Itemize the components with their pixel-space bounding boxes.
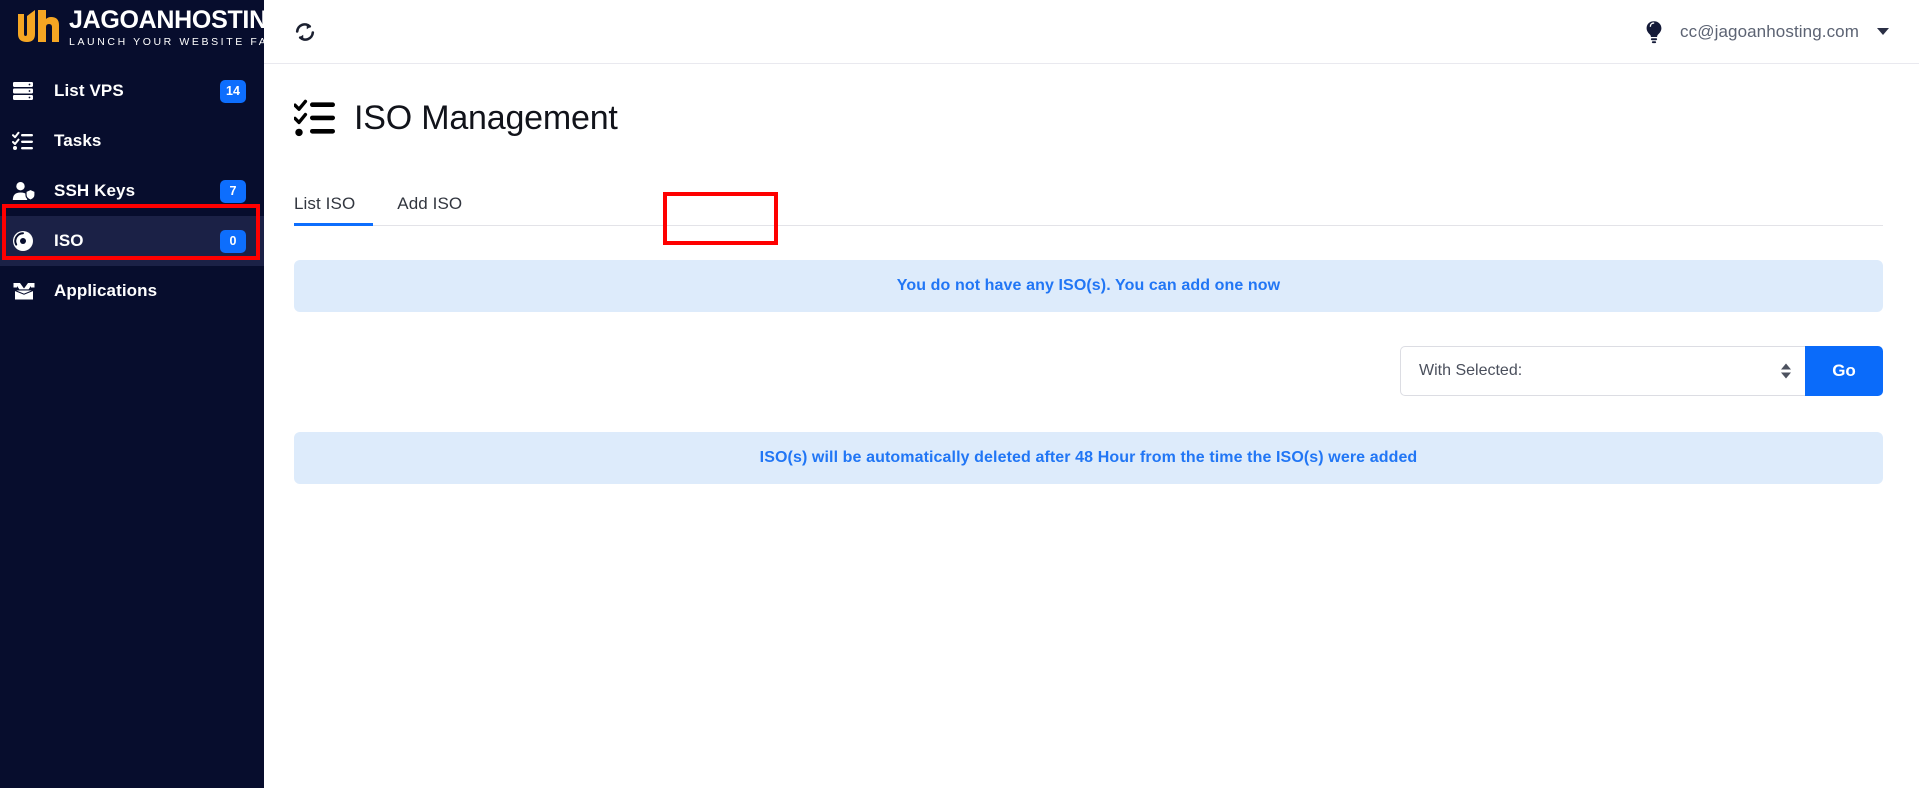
tasks-checklist-icon — [12, 129, 42, 153]
topbar: cc@jagoanhosting.com — [264, 0, 1919, 64]
sidebar-item-label: Tasks — [54, 131, 102, 150]
sidebar-badge: 14 — [220, 79, 246, 103]
bulk-actions-row: With Selected: Go — [294, 346, 1883, 396]
sidebar-item-list-vps[interactable]: List VPS 14 — [0, 66, 264, 116]
brand-logo[interactable]: JAGOANHOSTING LAUNCH YOUR WEBSITE FAST — [0, 0, 264, 56]
with-selected-select-wrap: With Selected: — [1400, 346, 1805, 396]
sidebar-item-tasks[interactable]: Tasks — [0, 116, 264, 166]
page-title: ISO Management — [354, 98, 618, 137]
jagoan-logo-icon — [14, 8, 60, 48]
sidebar-item-applications[interactable]: Applications — [0, 266, 264, 316]
page-header: ISO Management — [294, 98, 1883, 138]
sidebar-item-label: List VPS — [54, 81, 124, 100]
sidebar-item-ssh-keys[interactable]: SSH Keys 7 — [0, 166, 264, 216]
sidebar-item-label: SSH Keys — [54, 181, 136, 200]
refresh-icon[interactable] — [288, 15, 322, 49]
sidebar-badge: 0 — [220, 229, 246, 253]
server-icon — [12, 79, 42, 103]
open-box-icon — [12, 279, 42, 303]
app-root: JAGOANHOSTING LAUNCH YOUR WEBSITE FAST — [0, 0, 1919, 788]
page-content: ISO Management List ISO Add ISO You do n… — [264, 64, 1919, 484]
brand-name-bold: JAGOAN — [69, 6, 175, 34]
empty-state-alert: You do not have any ISO(s). You can add … — [294, 260, 1883, 312]
tabs: List ISO Add ISO — [294, 180, 1883, 226]
sidebar-badge: 7 — [220, 179, 246, 203]
user-menu[interactable]: cc@jagoanhosting.com — [1644, 20, 1889, 44]
go-button[interactable]: Go — [1805, 346, 1883, 396]
brand-logo-text: JAGOANHOSTING LAUNCH YOUR WEBSITE FAST — [69, 6, 264, 49]
checklist-icon — [294, 98, 336, 138]
chevron-down-icon[interactable] — [1877, 28, 1889, 35]
retention-notice-alert: ISO(s) will be automatically deleted aft… — [294, 432, 1883, 484]
brand-tagline: LAUNCH YOUR WEBSITE FAST — [69, 36, 264, 48]
main-area: cc@jagoanhosting.com ISO Management List… — [264, 0, 1919, 788]
lightbulb-icon[interactable] — [1644, 20, 1664, 44]
sidebar-item-label: ISO — [54, 231, 84, 250]
tab-add-iso[interactable]: Add ISO — [379, 194, 480, 225]
sidebar-item-iso[interactable]: ISO 0 — [0, 216, 264, 266]
with-selected-select[interactable]: With Selected: — [1400, 346, 1805, 396]
disc-icon — [12, 229, 42, 253]
user-shield-icon — [12, 179, 42, 203]
tab-list-iso[interactable]: List ISO — [294, 194, 379, 226]
sidebar-item-label: Applications — [54, 281, 158, 300]
with-selected-value: With Selected: — [1419, 362, 1523, 379]
sidebar-nav: List VPS 14 Tasks SSH Keys 7 ISO 0 Appli… — [0, 66, 264, 316]
sidebar: JAGOANHOSTING LAUNCH YOUR WEBSITE FAST — [0, 0, 264, 788]
brand-name-light: HOSTING — [174, 6, 264, 34]
user-email-label: cc@jagoanhosting.com — [1680, 21, 1859, 41]
